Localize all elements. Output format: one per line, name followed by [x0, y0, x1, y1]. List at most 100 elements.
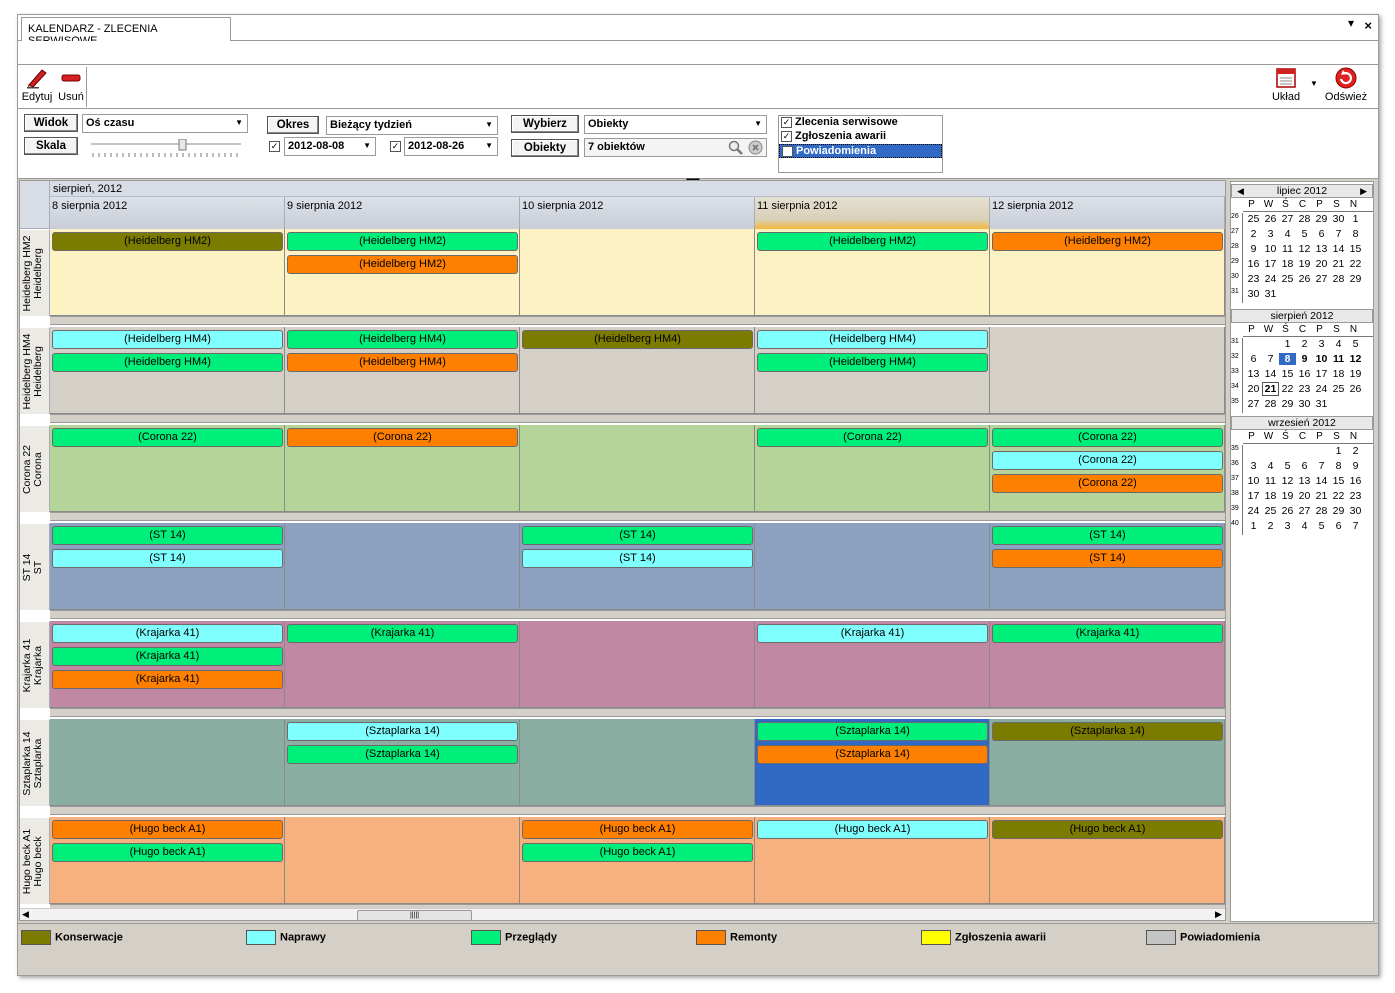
calendar-day[interactable]: 17: [1245, 490, 1262, 502]
clear-icon[interactable]: [748, 140, 763, 155]
calendar-day[interactable]: 30: [1296, 398, 1313, 410]
date-from-picker[interactable]: 2012-08-08 ▼: [284, 137, 376, 156]
event-konserwacje[interactable]: (Heidelberg HM2): [52, 232, 283, 251]
calendar-day[interactable]: 27: [1245, 398, 1262, 410]
day-cell[interactable]: [520, 719, 755, 806]
event-przegldy[interactable]: (Corona 22): [992, 428, 1223, 447]
calendar-day[interactable]: 17: [1313, 368, 1330, 380]
event-przegldy[interactable]: (Krajarka 41): [287, 624, 518, 643]
calendar-day[interactable]: 7: [1330, 228, 1347, 240]
event-przegldy[interactable]: (Heidelberg HM2): [287, 232, 518, 251]
event-konserwacje[interactable]: (Heidelberg HM4): [522, 330, 753, 349]
calendar-day[interactable]: 25: [1245, 213, 1262, 225]
calendar-day[interactable]: 16: [1245, 258, 1262, 270]
calendar-day[interactable]: 12: [1347, 353, 1364, 365]
select-type[interactable]: Obiekty ▼: [584, 115, 767, 134]
event-type-item[interactable]: ✓ Powiadomienia: [779, 144, 942, 158]
calendar-day[interactable]: 8: [1330, 460, 1347, 472]
tab-kalendarz[interactable]: KALENDARZ - ZLECENIA SERWISOWE: [21, 17, 231, 47]
calendar-day[interactable]: 13: [1245, 368, 1262, 380]
calendar-day[interactable]: 26: [1296, 273, 1313, 285]
day-cell[interactable]: [755, 523, 990, 610]
calendar-day[interactable]: 29: [1279, 398, 1296, 410]
calendar-day[interactable]: 16: [1296, 368, 1313, 380]
calendar-day[interactable]: 9: [1296, 353, 1313, 365]
event-przegldy[interactable]: (Corona 22): [757, 428, 988, 447]
event-naprawy[interactable]: (Heidelberg HM4): [757, 330, 988, 349]
calendar-day[interactable]: 11: [1279, 243, 1296, 255]
calendar-day[interactable]: 3: [1313, 338, 1330, 350]
calendar-day[interactable]: 3: [1245, 460, 1262, 472]
event-remonty[interactable]: (Hugo beck A1): [522, 820, 753, 839]
event-przegldy[interactable]: (Heidelberg HM4): [287, 330, 518, 349]
event-naprawy[interactable]: (Sztaplarka 14): [287, 722, 518, 741]
calendar-day[interactable]: 7: [1313, 460, 1330, 472]
day-cell[interactable]: [285, 523, 520, 610]
calendar-day[interactable]: 15: [1347, 243, 1364, 255]
resource-header[interactable]: Heidelberg HM4 Heidelberg: [20, 327, 50, 414]
scroll-thumb[interactable]: |||||: [357, 910, 472, 920]
event-przegldy[interactable]: (Krajarka 41): [52, 647, 283, 666]
calendar-day[interactable]: 24: [1245, 505, 1262, 517]
calendar-day[interactable]: 20: [1313, 258, 1330, 270]
resource-header[interactable]: Heidelberg HM2 Heidelberg: [20, 229, 50, 316]
calendar-day[interactable]: 22: [1279, 383, 1296, 395]
calendar-day[interactable]: 8: [1347, 228, 1364, 240]
calendar-day[interactable]: 27: [1296, 505, 1313, 517]
event-naprawy[interactable]: (Krajarka 41): [52, 624, 283, 643]
calendar-day[interactable]: 31: [1262, 288, 1279, 300]
event-type-item[interactable]: ✓ Zgłoszenia awarii: [779, 130, 942, 144]
event-remonty[interactable]: (Corona 22): [992, 474, 1223, 493]
row-separator[interactable]: [50, 414, 1225, 423]
calendar-day[interactable]: 28: [1313, 505, 1330, 517]
calendar-day[interactable]: 8: [1279, 353, 1296, 365]
calendar-day[interactable]: 11: [1262, 475, 1279, 487]
event-remonty[interactable]: (Corona 22): [287, 428, 518, 447]
calendar-day[interactable]: 22: [1347, 258, 1364, 270]
row-separator[interactable]: [50, 708, 1225, 717]
calendar-day[interactable]: 26: [1347, 383, 1364, 395]
calendar-day[interactable]: 21: [1262, 382, 1279, 396]
calendar-day[interactable]: 2: [1296, 338, 1313, 350]
calendar-day[interactable]: 30: [1330, 213, 1347, 225]
calendar-day[interactable]: 23: [1347, 490, 1364, 502]
calendar-day[interactable]: 9: [1347, 460, 1364, 472]
calendar-day[interactable]: 4: [1296, 520, 1313, 532]
calendar-day[interactable]: 18: [1330, 368, 1347, 380]
event-naprawy[interactable]: (Heidelberg HM4): [52, 330, 283, 349]
date-from-checkbox[interactable]: ✓: [269, 141, 280, 152]
calendar-day[interactable]: 2: [1347, 445, 1364, 457]
event-naprawy[interactable]: (Corona 22): [992, 451, 1223, 470]
calendar-day[interactable]: 1: [1330, 445, 1347, 457]
event-naprawy[interactable]: (ST 14): [522, 549, 753, 568]
calendar-day[interactable]: 27: [1279, 213, 1296, 225]
day-cell[interactable]: [520, 425, 755, 512]
calendar-day[interactable]: 12: [1296, 243, 1313, 255]
event-naprawy[interactable]: (ST 14): [52, 549, 283, 568]
calendar-day[interactable]: 2: [1262, 520, 1279, 532]
resource-header[interactable]: ST 14 ST: [20, 523, 50, 610]
calendar-day[interactable]: 10: [1245, 475, 1262, 487]
delete-button[interactable]: Usuń: [56, 67, 86, 103]
search-icon[interactable]: [728, 140, 744, 155]
calendar-day[interactable]: 23: [1245, 273, 1262, 285]
day-header[interactable]: 11 sierpnia 2012: [755, 197, 990, 229]
scroll-left-icon[interactable]: ◀: [22, 909, 29, 920]
day-cell[interactable]: [285, 817, 520, 904]
event-remonty[interactable]: (Hugo beck A1): [52, 820, 283, 839]
row-separator[interactable]: [50, 806, 1225, 815]
calendar-day[interactable]: 6: [1330, 520, 1347, 532]
calendar-day[interactable]: 21: [1330, 258, 1347, 270]
day-cell[interactable]: [990, 327, 1225, 414]
calendar-day[interactable]: 14: [1262, 368, 1279, 380]
calendar-day[interactable]: 19: [1296, 258, 1313, 270]
calendar-day[interactable]: 4: [1330, 338, 1347, 350]
calendar-day[interactable]: 5: [1279, 460, 1296, 472]
day-cell[interactable]: [520, 621, 755, 708]
period-select[interactable]: Bieżący tydzień ▼: [326, 116, 498, 135]
calendar-day[interactable]: 10: [1313, 353, 1330, 365]
calendar-day[interactable]: 19: [1279, 490, 1296, 502]
scale-slider[interactable]: [91, 139, 241, 159]
day-header[interactable]: 10 sierpnia 2012: [520, 197, 755, 229]
calendar-day[interactable]: 12: [1279, 475, 1296, 487]
